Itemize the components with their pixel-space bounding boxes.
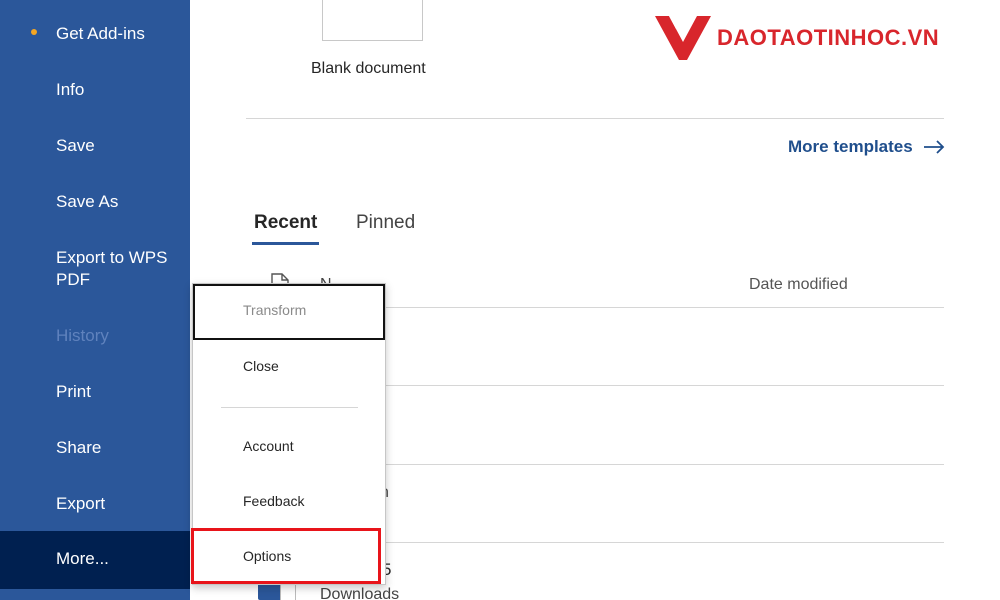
menu-item-close[interactable]: Close (193, 340, 385, 394)
sidebar-item-export-wps[interactable]: Export to WPS (56, 247, 167, 269)
sidebar-item-info[interactable]: Info (56, 79, 84, 101)
sidebar-item-share[interactable]: Share (56, 437, 101, 459)
sidebar-item-more[interactable]: More... (0, 531, 190, 589)
menu-item-feedback-label: Feedback (243, 493, 305, 509)
blank-document-thumbnail[interactable] (322, 0, 423, 41)
sidebar-item-get-add-ins[interactable]: Get Add-ins (56, 23, 145, 45)
more-templates-label: More templates (788, 137, 913, 156)
backstage-sidebar: Get Add-ins Info Save Save As Export to … (0, 0, 190, 600)
sidebar-item-export[interactable]: Export (56, 493, 105, 515)
sidebar-item-save[interactable]: Save (56, 135, 95, 157)
options-highlight-box (191, 528, 381, 584)
sidebar-item-more-label: More... (56, 549, 109, 568)
arrow-right-icon (923, 140, 944, 154)
column-header-date-modified[interactable]: Date modified (749, 276, 848, 294)
logo-mark-icon (655, 16, 711, 60)
sidebar-item-export-wps-line2[interactable]: PDF (56, 269, 90, 291)
sidebar-item-history: History (56, 326, 109, 345)
menu-item-transform: Transform (193, 284, 385, 340)
tab-pinned[interactable]: Pinned (356, 212, 415, 234)
menu-item-close-label: Close (243, 358, 279, 374)
divider (246, 118, 944, 119)
menu-item-transform-label: Transform (243, 302, 307, 318)
menu-separator (221, 407, 358, 408)
file-location: Downloads (320, 586, 400, 600)
menu-item-account[interactable]: Account (193, 420, 385, 474)
tab-active-underline (252, 242, 319, 245)
blank-document-label[interactable]: Blank document (311, 60, 426, 78)
menu-item-account-label: Account (243, 438, 294, 454)
sidebar-item-print[interactable]: Print (56, 381, 91, 403)
more-templates-link[interactable]: More templates (788, 137, 945, 157)
menu-item-feedback[interactable]: Feedback (193, 475, 385, 529)
notification-dot-icon (31, 29, 37, 35)
tab-recent[interactable]: Recent (254, 212, 317, 234)
brand-logo: DAOTAOTINHOC.VN (655, 12, 939, 62)
sidebar-item-save-as[interactable]: Save As (56, 191, 118, 213)
logo-text: DAOTAOTINHOC.VN (717, 25, 940, 50)
